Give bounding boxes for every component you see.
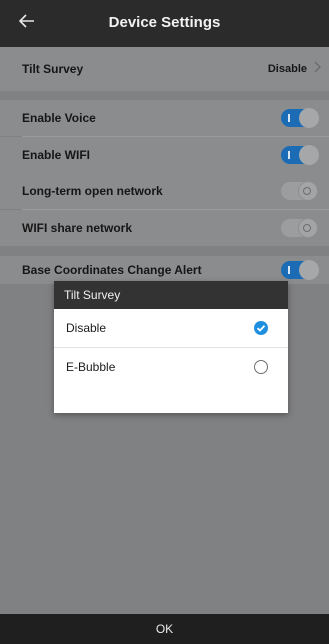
footer-bar: OK (0, 614, 329, 644)
dialog-header: Tilt Survey (54, 281, 288, 309)
option-e-bubble[interactable]: E-Bubble (54, 348, 288, 386)
dialog-title: Tilt Survey (64, 288, 121, 302)
option-label: E-Bubble (66, 360, 116, 374)
setting-label: Base Coordinates Change Alert (22, 263, 202, 277)
page-title: Device Settings (108, 14, 221, 31)
ok-button[interactable]: OK (0, 622, 329, 636)
setting-row-wifi-share-network: WIFI share network (0, 210, 329, 246)
radio-unchecked-icon[interactable] (254, 360, 268, 374)
enable-voice-toggle[interactable] (281, 108, 319, 128)
setting-label: Enable Voice (22, 111, 96, 125)
setting-label: Long-term open network (22, 184, 163, 198)
app-header: Device Settings (0, 0, 329, 47)
base-coordinates-alert-toggle[interactable] (281, 260, 319, 280)
setting-row-enable-wifi: Enable WIFI (0, 137, 329, 173)
setting-row-tilt-survey[interactable]: Tilt Survey Disable (0, 47, 329, 91)
long-term-open-network-toggle[interactable] (281, 181, 318, 201)
enable-wifi-toggle[interactable] (281, 145, 319, 165)
setting-label: Tilt Survey (22, 62, 84, 76)
option-disable[interactable]: Disable (54, 309, 288, 347)
chevron-right-icon (314, 60, 321, 78)
setting-label: Enable WIFI (22, 148, 91, 162)
option-label: Disable (66, 321, 107, 335)
tilt-survey-dialog: Tilt Survey Disable E-Bubble (54, 281, 288, 413)
setting-row-enable-voice: Enable Voice (0, 100, 329, 136)
wifi-share-network-toggle[interactable] (281, 218, 318, 238)
setting-row-base-coordinates-alert: Base Coordinates Change Alert (0, 256, 329, 284)
setting-value: Disable (267, 63, 307, 75)
radio-checked-icon[interactable] (254, 321, 268, 335)
setting-row-long-term-open-network: Long-term open network (0, 173, 329, 209)
setting-label: WIFI share network (22, 221, 133, 235)
